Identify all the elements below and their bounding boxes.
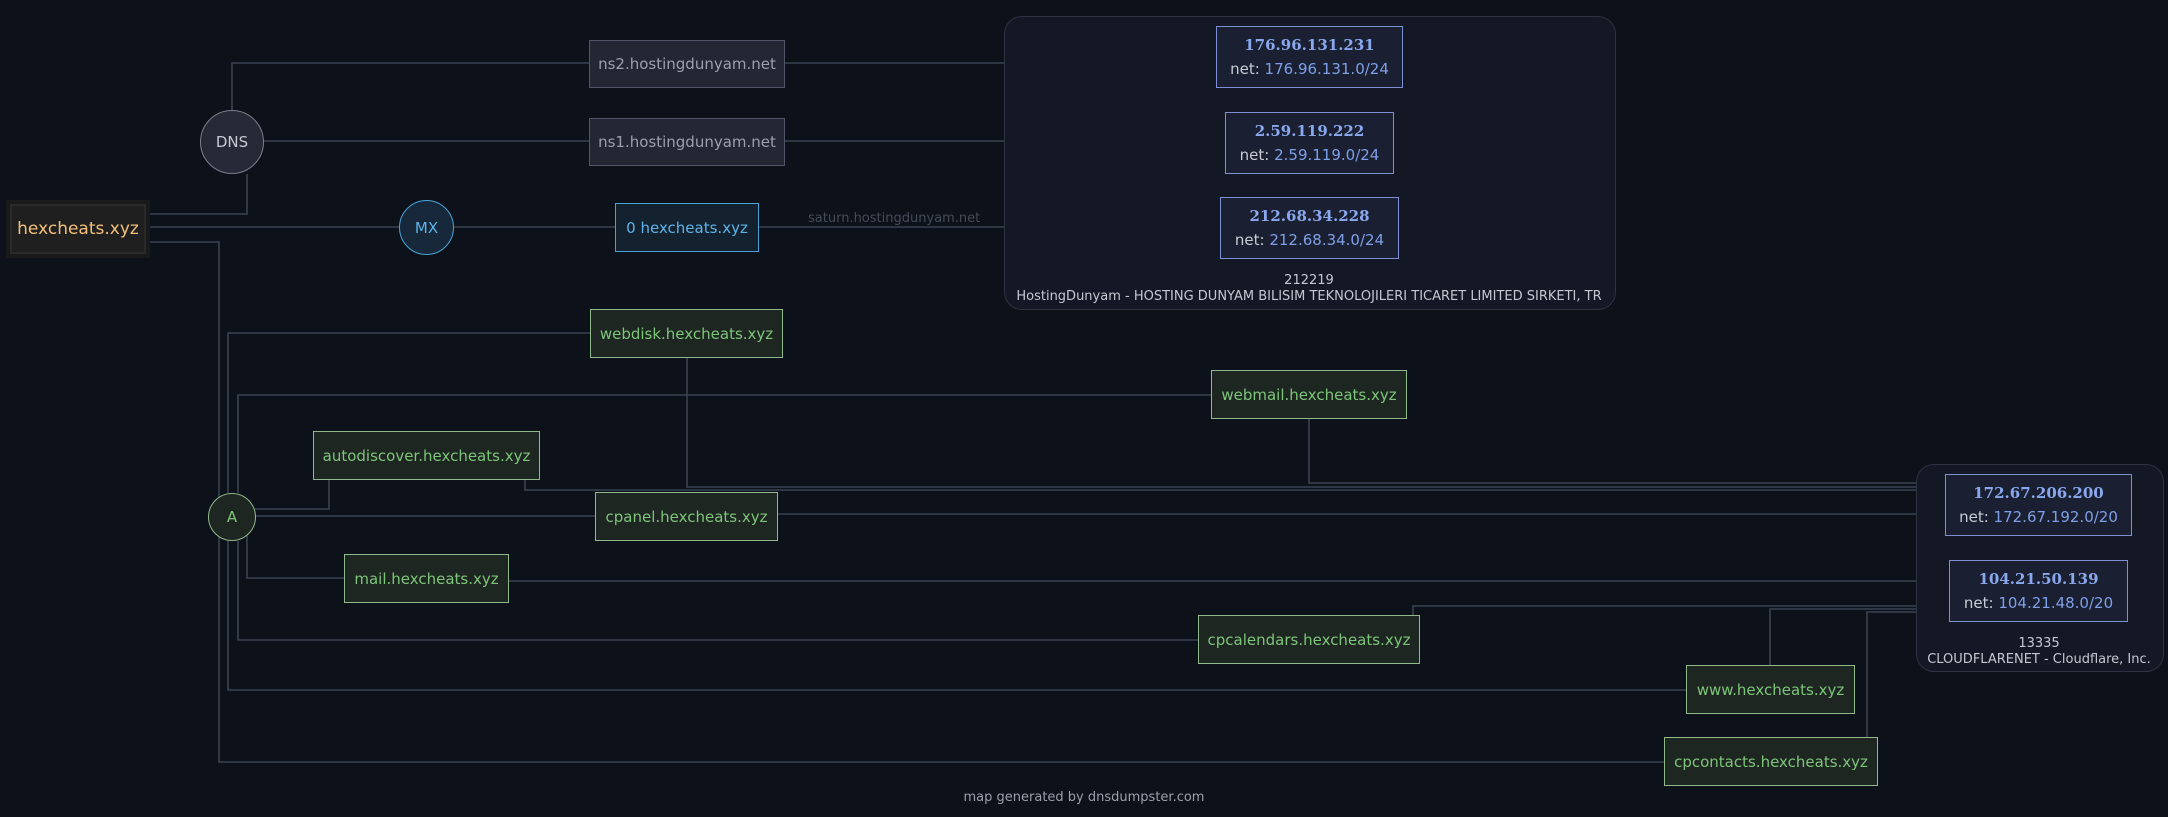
ip-netblock: net: 176.96.131.0/24 (1230, 60, 1389, 78)
edge-root-a (150, 241, 1664, 763)
root-domain-node[interactable]: hexcheats.xyz (10, 204, 146, 254)
a-type-node[interactable]: A (208, 493, 256, 541)
asn-number: 212219 (1284, 273, 1334, 288)
ip-node-212-68-34-228[interactable]: 212.68.34.228 net: 212.68.34.0/24 (1220, 197, 1399, 259)
ip-address: 172.67.206.200 (1973, 484, 2104, 502)
asn-name: HostingDunyam - HOSTING DUNYAM BILISIM T… (1016, 289, 1602, 304)
host-node-www[interactable]: www.hexcheats.xyz (1686, 665, 1855, 714)
host-node-cpanel[interactable]: cpanel.hexcheats.xyz (595, 492, 778, 541)
asn-label-hostingdunyam: 212219 HostingDunyam - HOSTING DUNYAM BI… (1004, 273, 1614, 305)
ip-netblock: net: 104.21.48.0/20 (1963, 594, 2114, 612)
ip-address: 104.21.50.139 (1978, 570, 2099, 588)
dns-type-node[interactable]: DNS (200, 110, 264, 174)
asn-label-cloudflare: 13335 CLOUDFLARENET - Cloudflare, Inc. (1916, 636, 2162, 668)
edge-webmail-ip4 (1308, 419, 1946, 484)
ip-netblock: net: 212.68.34.0/24 (1234, 231, 1385, 249)
asn-name: CLOUDFLARENET - Cloudflare, Inc. (1927, 652, 2151, 667)
edge-a-autodiscover (255, 479, 330, 510)
ip-netblock: net: 2.59.119.0/24 (1239, 146, 1380, 164)
nameserver-node-ns2[interactable]: ns2.hostingdunyam.net (589, 40, 785, 88)
host-node-webdisk[interactable]: webdisk.hexcheats.xyz (590, 309, 783, 358)
edge-a-mail (246, 533, 344, 579)
host-node-cpcalendars[interactable]: cpcalendars.hexcheats.xyz (1198, 615, 1420, 664)
ip-node-176-96-131-231[interactable]: 176.96.131.231 net: 176.96.131.0/24 (1216, 26, 1403, 88)
edge-cpcalendars-ip5 (1412, 605, 1950, 615)
footer-credit: map generated by dnsdumpster.com (963, 790, 1205, 805)
host-node-autodiscover[interactable]: autodiscover.hexcheats.xyz (313, 431, 540, 480)
ip-node-104-21-50-139[interactable]: 104.21.50.139 net: 104.21.48.0/20 (1949, 560, 2128, 622)
edge-root-dns (150, 174, 248, 215)
edge-dns-ns2 (231, 62, 590, 112)
nameserver-node-ns1[interactable]: ns1.hostingdunyam.net (589, 118, 785, 166)
asn-number: 13335 (2018, 636, 2060, 651)
host-node-cpcontacts[interactable]: cpcontacts.hexcheats.xyz (1664, 737, 1878, 786)
mx-record-node[interactable]: 0 hexcheats.xyz (615, 203, 759, 252)
ip-address: 2.59.119.222 (1254, 122, 1365, 140)
ip-address: 212.68.34.228 (1249, 207, 1370, 225)
edge-autodiscover-ip4 (524, 479, 1946, 491)
host-node-mail[interactable]: mail.hexcheats.xyz (344, 554, 509, 603)
ip-node-2-59-119-222[interactable]: 2.59.119.222 net: 2.59.119.0/24 (1225, 112, 1394, 174)
mx-edge-label: saturn.hostingdunyam.net (808, 211, 981, 226)
mx-type-node[interactable]: MX (399, 200, 454, 255)
ip-netblock: net: 172.67.192.0/20 (1959, 508, 2118, 526)
host-node-webmail[interactable]: webmail.hexcheats.xyz (1211, 370, 1407, 419)
ip-address: 176.96.131.231 (1244, 36, 1375, 54)
ip-node-172-67-206-200[interactable]: 172.67.206.200 net: 172.67.192.0/20 (1945, 474, 2132, 536)
